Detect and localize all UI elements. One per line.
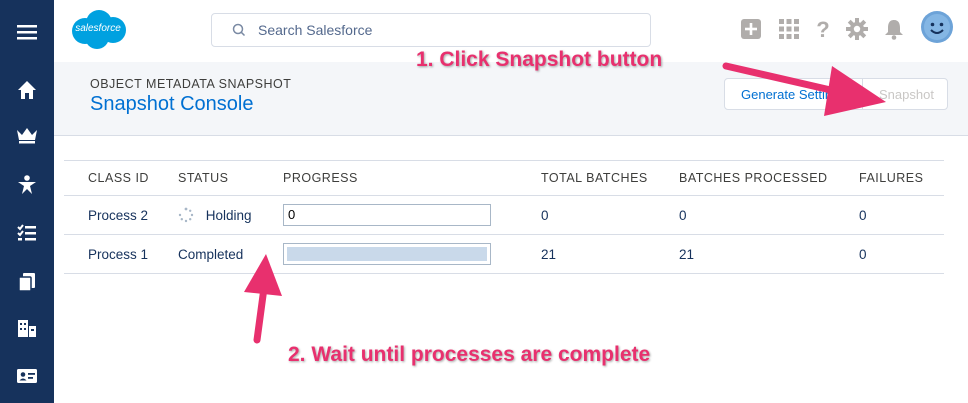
process-table: CLASS ID STATUS PROGRESS TOTAL BATCHES B…: [64, 160, 944, 274]
avatar[interactable]: [920, 10, 954, 44]
class-id-cell: Process 2: [64, 195, 178, 235]
annotation-arrow-1: [722, 62, 886, 116]
crown-icon[interactable]: [0, 115, 54, 155]
col-status: STATUS: [178, 160, 283, 196]
col-batches-processed: BATCHES PROCESSED: [679, 160, 859, 196]
failures-cell: 0: [859, 234, 944, 274]
col-progress: PROGRESS: [283, 160, 541, 196]
gear-icon[interactable]: [846, 18, 868, 40]
spinner-icon: [178, 207, 194, 223]
table-header-row: CLASS ID STATUS PROGRESS TOTAL BATCHES B…: [64, 160, 944, 196]
global-search-input[interactable]: Search Salesforce: [211, 13, 651, 47]
col-failures: FAILURES: [859, 160, 944, 196]
nav-rail: [0, 0, 54, 403]
files-icon[interactable]: [0, 262, 54, 302]
logo-text: salesforce: [75, 23, 121, 34]
annotation-arrow-2: [244, 254, 282, 344]
batches-processed-cell: 21: [679, 234, 859, 274]
svg-text:?: ?: [816, 17, 829, 41]
salesforce-logo[interactable]: salesforce: [66, 8, 130, 52]
home-icon[interactable]: [0, 70, 54, 110]
search-icon: [232, 23, 246, 37]
class-id-cell: Process 1: [64, 234, 178, 274]
status-text: Holding: [205, 208, 252, 223]
menu-icon[interactable]: [0, 12, 54, 52]
total-batches-cell: 21: [541, 234, 679, 274]
status-cell: Holding: [178, 195, 283, 235]
page-eyebrow: OBJECT METADATA SNAPSHOT: [90, 77, 292, 91]
global-actions: ?: [740, 11, 954, 44]
batches-processed-cell: 0: [679, 195, 859, 235]
annotation-step-1: 1. Click Snapshot button: [416, 48, 663, 71]
progress-text: 0: [288, 207, 296, 222]
help-icon[interactable]: ?: [814, 17, 832, 41]
col-class-id: CLASS ID: [64, 160, 178, 196]
search-placeholder: Search Salesforce: [258, 22, 373, 38]
bell-icon[interactable]: [884, 18, 904, 40]
annotation-step-2: 2. Wait until processes are complete: [288, 343, 651, 366]
app-launcher-icon[interactable]: [778, 18, 800, 40]
progress-fill: [287, 247, 487, 261]
failures-cell: 0: [859, 195, 944, 235]
progress-cell: [283, 234, 541, 274]
table-row: Process 1 Completed 21 21 0: [64, 234, 944, 274]
progress-cell: 0: [283, 195, 541, 235]
table-row: Process 2 Holding 0 0 0 0: [64, 195, 944, 235]
contact-card-icon[interactable]: [0, 356, 54, 396]
tasks-icon[interactable]: [0, 213, 54, 253]
person-star-icon[interactable]: [0, 165, 54, 205]
col-total-batches: TOTAL BATCHES: [541, 160, 679, 196]
progress-bar: 0: [283, 204, 491, 226]
add-icon[interactable]: [740, 18, 762, 40]
progress-bar: [283, 243, 491, 265]
total-batches-cell: 0: [541, 195, 679, 235]
building-icon[interactable]: [0, 308, 54, 348]
page-title: Snapshot Console: [90, 93, 254, 115]
